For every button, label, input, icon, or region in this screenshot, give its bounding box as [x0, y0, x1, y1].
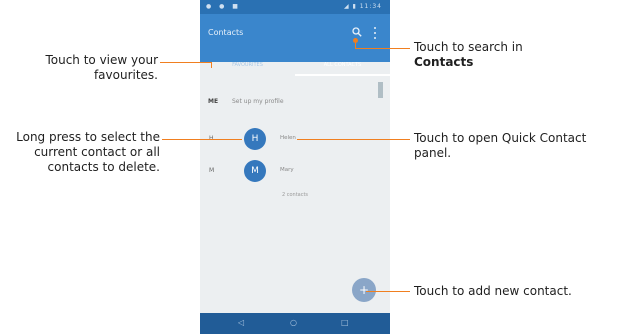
annotation-quick-contact: Touch to open Quick Contact panel.	[414, 131, 587, 160]
annotation-long-press: Long press to select the current contact…	[16, 130, 160, 174]
status-bar: ● ● ■ ◢ ▮ 11:34	[200, 0, 390, 14]
contact-name[interactable]: Mary	[280, 167, 294, 173]
section-letter: M	[209, 167, 215, 174]
app-title: Contacts	[208, 28, 244, 37]
phone-screen: ● ● ■ ◢ ▮ 11:34 Contacts FAVOURITES ALL …	[200, 0, 390, 334]
home-icon[interactable]: ○	[290, 319, 297, 327]
back-icon[interactable]: ◁	[238, 319, 244, 327]
annotation-search: Touch to search in Contacts	[414, 40, 614, 70]
status-icons-right: ◢ ▮ 11:34	[343, 3, 382, 10]
contact-row[interactable]: M M Mary	[200, 158, 390, 184]
add-contact-button[interactable]: +	[352, 278, 376, 302]
setup-profile-text: Set up my profile	[232, 98, 284, 105]
recents-icon[interactable]: □	[341, 319, 349, 327]
leader-line	[211, 62, 212, 68]
leader-line	[366, 291, 410, 292]
annotation-add-contact: Touch to add new contact.	[414, 284, 572, 298]
leader-line	[162, 139, 242, 140]
more-vert-icon[interactable]	[372, 27, 378, 39]
me-label: ME	[208, 98, 219, 105]
status-icons-left: ● ● ■	[206, 3, 241, 10]
app-bar: Contacts FAVOURITES ALL CONTACTS	[200, 14, 390, 76]
leader-line	[355, 40, 356, 48]
contact-name[interactable]: Helen	[280, 135, 296, 141]
leader-line	[355, 48, 410, 49]
avatar[interactable]: M	[244, 160, 266, 182]
scrollbar-thumb[interactable]	[378, 82, 383, 98]
annotation-favourites: Touch to view your favourites.	[45, 53, 158, 82]
me-profile-row[interactable]: ME Set up my profile	[208, 98, 284, 105]
leader-line	[160, 62, 212, 63]
contact-count: 2 contacts	[281, 192, 309, 198]
annotation-search-text: Touch to search in	[414, 40, 523, 54]
annotation-search-bold: Contacts	[414, 55, 474, 69]
leader-line	[297, 139, 410, 140]
search-icon[interactable]	[352, 27, 362, 37]
avatar[interactable]: H	[244, 128, 266, 150]
nav-bar: ◁ ○ □	[200, 313, 390, 334]
